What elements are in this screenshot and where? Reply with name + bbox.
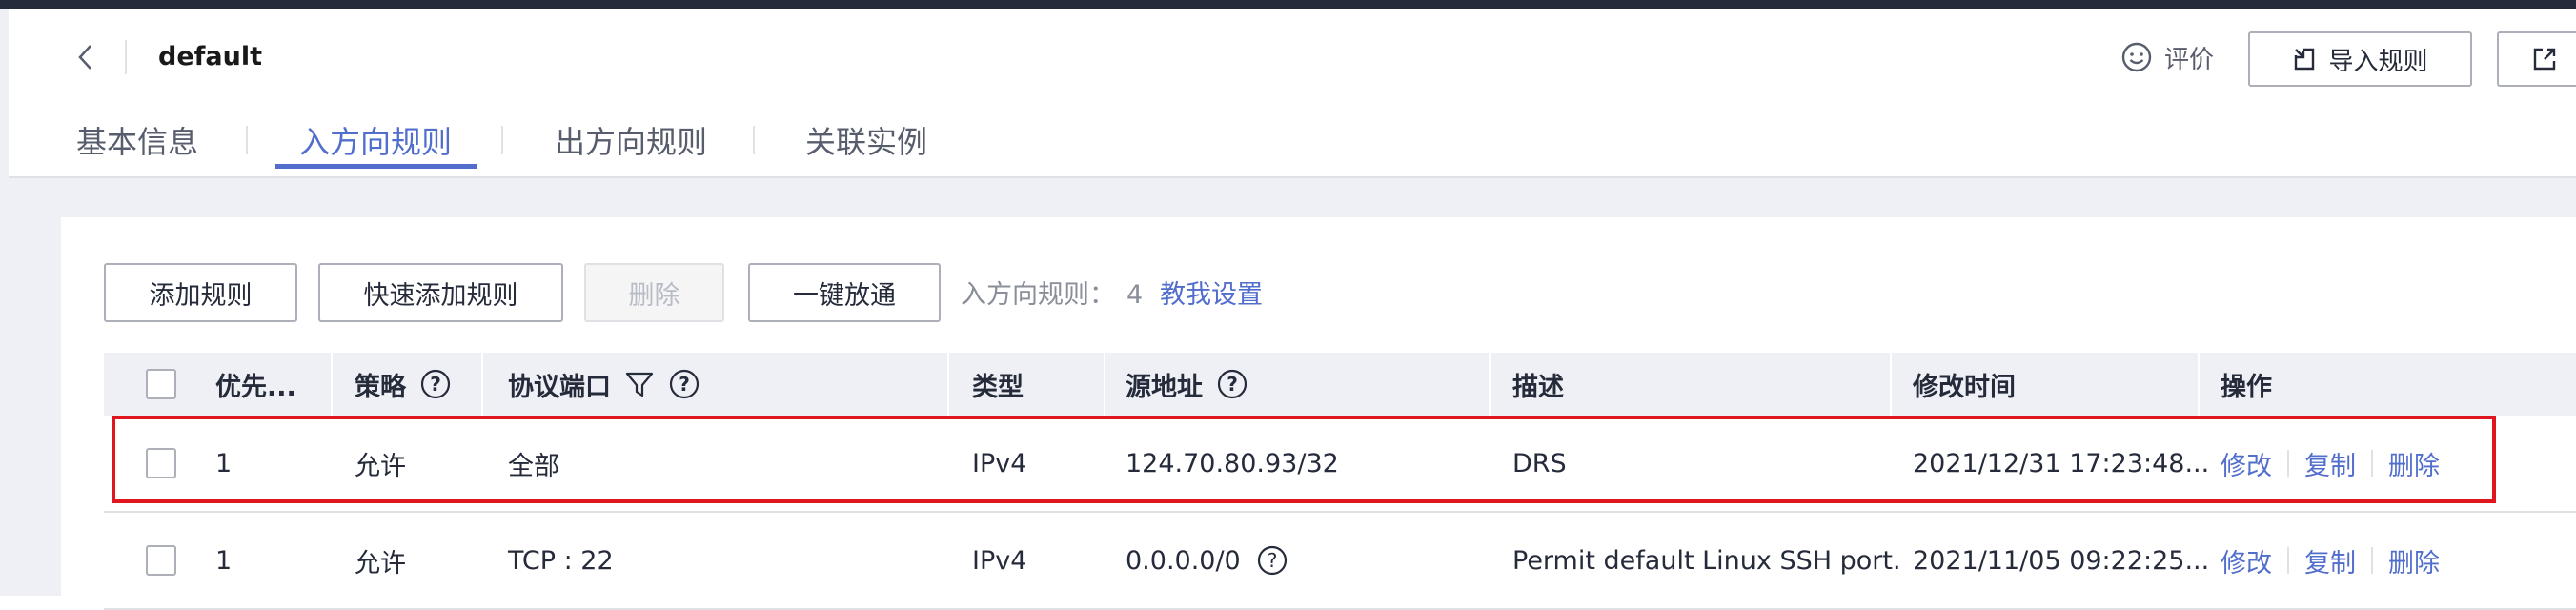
action-divider [2371, 547, 2373, 574]
cell-modified-time: 2021/12/31 17:23:48... [1913, 448, 2210, 478]
export-icon [2533, 48, 2556, 71]
header-divider [125, 40, 127, 74]
col-divider [947, 353, 949, 416]
row-checkbox[interactable] [146, 448, 176, 478]
cell-description: Permit default Linux SSH port. [1512, 545, 1901, 576]
feedback-button[interactable]: 评价 [2120, 34, 2214, 80]
help-icon[interactable]: ? [668, 368, 700, 400]
tab-divider [501, 126, 503, 154]
col-divider [1890, 353, 1892, 416]
help-icon[interactable]: ? [1216, 368, 1248, 400]
copy-link[interactable]: 复制 [2304, 445, 2356, 482]
chevron-left-icon [78, 45, 91, 70]
cell-type: IPv4 [972, 545, 1027, 576]
tab-divider [246, 126, 248, 154]
col-divider [2198, 353, 2200, 416]
action-divider [2287, 450, 2289, 477]
svg-text:?: ? [679, 373, 690, 396]
cell-priority: 1 [215, 545, 233, 576]
cell-source: 0.0.0.0/0 ? [1126, 513, 1288, 608]
col-protocol-port-label: 协议端口 [508, 372, 611, 402]
cell-description: DRS [1512, 448, 1567, 478]
col-source-label: 源地址 [1126, 372, 1203, 402]
page-title: default [158, 42, 262, 71]
delete-link[interactable]: 删除 [2388, 445, 2440, 482]
col-divider [1104, 353, 1105, 416]
cell-priority: 1 [215, 448, 233, 478]
tab-associated-instances[interactable]: 关联实例 [805, 112, 927, 172]
cell-protocol-port: 全部 [508, 451, 559, 481]
cell-actions: 修改 复制 删除 [2221, 513, 2440, 608]
cell-policy: 允许 [355, 451, 406, 481]
left-edge-strip [0, 9, 9, 596]
col-policy-label: 策略 [355, 372, 406, 402]
col-policy: 策略 ? [355, 353, 452, 416]
help-icon[interactable]: ? [419, 368, 452, 400]
back-button[interactable] [67, 34, 105, 80]
col-protocol-port: 协议端口 ? [508, 353, 700, 416]
quick-add-rule-button[interactable]: 快速添加规则 [318, 263, 563, 322]
rule-count-label: 入方向规则： [961, 280, 1115, 310]
cell-policy: 允许 [355, 548, 406, 579]
col-divider [1489, 353, 1491, 416]
export-rules-button[interactable] [2497, 31, 2576, 87]
modify-link[interactable]: 修改 [2221, 542, 2272, 580]
import-icon [2295, 48, 2315, 71]
table-row: 1 允许 全部 IPv4 124.70.80.93/32 DRS 2021/12… [104, 416, 2576, 513]
col-modified-time: 修改时间 [1913, 372, 2016, 402]
inbound-rule-count: 入方向规则： 4 [961, 276, 1143, 315]
feedback-label: 评价 [2164, 45, 2215, 74]
col-type: 类型 [972, 372, 1024, 402]
cell-source: 124.70.80.93/32 [1126, 448, 1339, 478]
select-all-checkbox[interactable] [146, 369, 176, 399]
svg-text:?: ? [1227, 373, 1238, 396]
col-actions: 操作 [2221, 372, 2272, 402]
delete-button[interactable]: 删除 [584, 263, 724, 322]
col-priority[interactable]: 优先... [215, 353, 296, 416]
tab-divider [753, 126, 755, 154]
cell-actions: 修改 复制 删除 [2221, 416, 2440, 511]
modify-link[interactable]: 修改 [2221, 445, 2272, 482]
copy-link[interactable]: 复制 [2304, 542, 2356, 580]
top-dark-bar [0, 0, 2576, 9]
col-divider [481, 353, 483, 416]
table-header: 优先... 策略 ? 协议端口 ? 类型 源地址 ? 描述 修改时间 操作 [104, 353, 2576, 416]
import-rules-label: 导入规则 [2328, 47, 2428, 76]
col-description: 描述 [1512, 372, 1564, 402]
help-icon[interactable]: ? [1256, 544, 1288, 577]
svg-text:?: ? [430, 373, 441, 396]
import-rules-button[interactable]: 导入规则 [2248, 31, 2472, 87]
active-tab-indicator [275, 164, 477, 169]
add-rule-button[interactable]: 添加规则 [104, 263, 297, 322]
rule-count-value: 4 [1126, 280, 1144, 310]
help-link[interactable]: 教我设置 [1160, 276, 1263, 315]
svg-text:?: ? [1267, 549, 1277, 572]
delete-link[interactable]: 删除 [2388, 542, 2440, 580]
tab-basic-info[interactable]: 基本信息 [76, 112, 198, 172]
one-click-allow-button[interactable]: 一键放通 [748, 263, 941, 322]
filter-icon[interactable] [624, 369, 655, 399]
cell-type: IPv4 [972, 448, 1027, 478]
col-divider [331, 353, 333, 416]
smiley-icon [2121, 42, 2152, 72]
tab-inbound-rules[interactable]: 入方向规则 [299, 112, 452, 172]
tab-outbound-rules[interactable]: 出方向规则 [555, 112, 707, 172]
col-source: 源地址 ? [1126, 353, 1248, 416]
action-divider [2371, 450, 2373, 477]
action-divider [2287, 547, 2289, 574]
cell-source-value: 0.0.0.0/0 [1126, 545, 1241, 576]
row-checkbox[interactable] [146, 545, 176, 576]
cell-modified-time: 2021/11/05 09:22:25... [1913, 545, 2210, 576]
cell-protocol-port: TCP : 22 [508, 545, 614, 576]
